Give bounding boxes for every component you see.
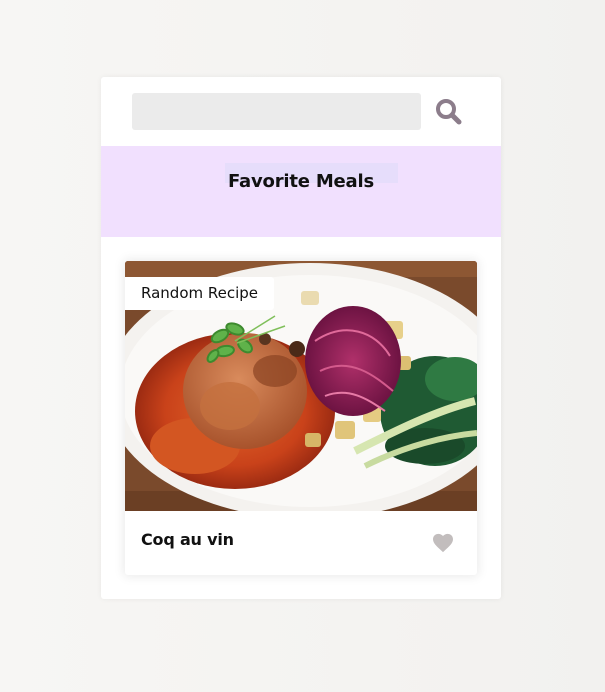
favorites-section: Favorite Meals — [101, 146, 501, 237]
meal-body: Coq au vin — [125, 511, 477, 575]
meal-header: Random Recipe — [125, 261, 477, 511]
favorites-title: Favorite Meals — [228, 171, 374, 192]
favorite-button[interactable] — [431, 533, 455, 555]
search-input[interactable] — [132, 93, 421, 130]
meal-card: Random Recipe Coq au vin — [125, 261, 477, 575]
meal-name: Coq au vin — [141, 530, 234, 549]
heart-icon — [433, 533, 453, 553]
random-recipe-tag: Random Recipe — [125, 277, 275, 310]
meal-finder-app: Favorite Meals Random Recipe Coq au vin — [101, 77, 501, 599]
search-button[interactable] — [434, 97, 466, 127]
search-icon — [436, 99, 462, 125]
